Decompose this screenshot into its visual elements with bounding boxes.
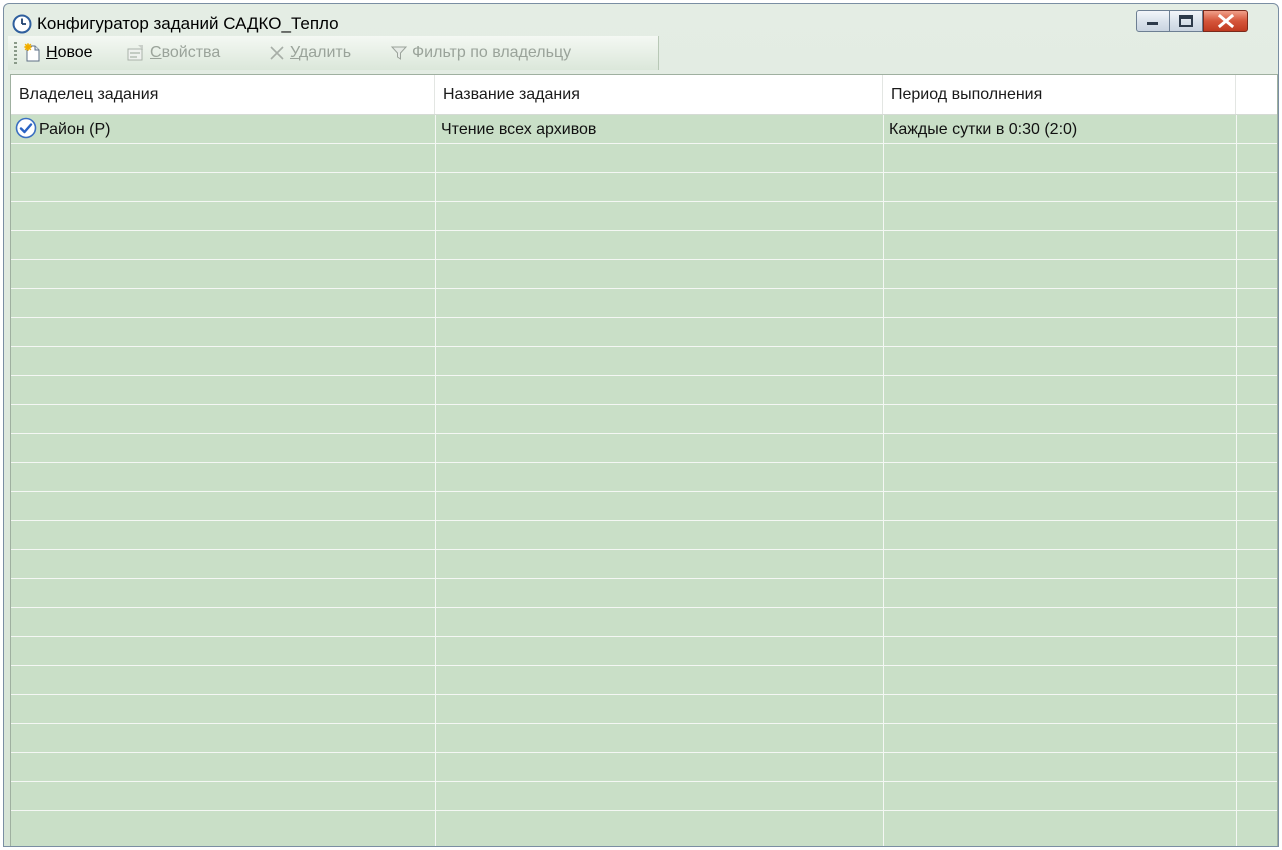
column-header-name[interactable]: Название задания: [435, 75, 883, 114]
toolbar-grip[interactable]: [14, 42, 17, 64]
new-accel: Н: [46, 44, 58, 61]
list-header: Владелец задания Название задания Период…: [11, 75, 1277, 115]
main-window: Конфигуратор заданий САДКО_Тепло Новое С…: [3, 3, 1279, 847]
delete-button[interactable]: Удалить: [268, 36, 351, 70]
minimize-icon: [1147, 22, 1158, 25]
empty-row: [11, 202, 1277, 231]
close-button[interactable]: [1203, 10, 1248, 32]
tasks-list[interactable]: Владелец задания Название задания Период…: [10, 74, 1278, 846]
new-document-icon: [24, 43, 40, 62]
period-cell: Каждые сутки в 0:30 (2:0): [889, 121, 1078, 138]
empty-row: [11, 724, 1277, 753]
properties-icon: [127, 45, 143, 61]
delete-x-icon: [270, 46, 284, 60]
filter-by-owner-button[interactable]: Фильтр по владельцу: [390, 36, 571, 70]
minimize-button[interactable]: [1136, 10, 1170, 32]
empty-row: [11, 463, 1277, 492]
empty-row: [11, 376, 1277, 405]
empty-row: [11, 666, 1277, 695]
window-title: Конфигуратор заданий САДКО_Тепло: [37, 14, 339, 33]
empty-row: [11, 579, 1277, 608]
maximize-button[interactable]: [1170, 10, 1203, 32]
empty-row: [11, 434, 1277, 463]
funnel-icon: [390, 46, 408, 60]
empty-row: [11, 695, 1277, 724]
empty-row: [11, 492, 1277, 521]
task-name-cell: Чтение всех архивов: [441, 121, 597, 138]
empty-row: [11, 521, 1277, 550]
owner-cell: Район (Р): [11, 115, 435, 144]
empty-row: [11, 608, 1277, 637]
empty-row: [11, 318, 1277, 347]
empty-row: [11, 347, 1277, 376]
filter-label: Фильтр по владельцу: [412, 44, 572, 61]
maximize-icon: [1179, 15, 1193, 27]
empty-row: [11, 405, 1277, 434]
column-header-period[interactable]: Период выполнения: [883, 75, 1236, 114]
properties-accel: С: [150, 44, 162, 61]
delete-label: далить: [298, 44, 352, 61]
empty-row: [11, 173, 1277, 202]
clock-icon: [12, 14, 32, 34]
owner-text: Район (Р): [39, 121, 111, 138]
empty-row: [11, 550, 1277, 579]
properties-label: войства: [161, 44, 221, 61]
column-header-owner[interactable]: Владелец задания: [11, 75, 435, 114]
close-icon: [1217, 13, 1235, 29]
list-rows: Район (Р) Чтение всех архивов Каждые сут…: [11, 115, 1277, 811]
empty-row: [11, 289, 1277, 318]
empty-row: [11, 782, 1277, 811]
empty-row: [11, 753, 1277, 782]
empty-row: [11, 637, 1277, 666]
new-button[interactable]: Новое: [24, 36, 93, 70]
empty-row: [11, 144, 1277, 173]
table-row[interactable]: Район (Р) Чтение всех архивов Каждые сут…: [11, 115, 1277, 144]
new-label: овое: [57, 44, 93, 61]
delete-accel: У: [290, 44, 299, 61]
properties-button[interactable]: Свойства: [126, 36, 220, 70]
toolbar: Новое Свойства Удалить Фильтр по владель…: [8, 36, 659, 70]
empty-row: [11, 260, 1277, 289]
check-icon: [15, 117, 37, 139]
empty-row: [11, 231, 1277, 260]
column-header-filler: [1236, 75, 1277, 114]
